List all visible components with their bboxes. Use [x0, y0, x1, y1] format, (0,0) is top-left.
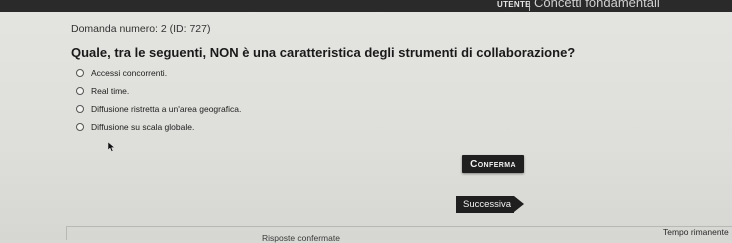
answer-label: Accessi concorrenti.: [91, 68, 168, 78]
answer-label: Diffusione su scala globale.: [91, 122, 195, 132]
time-remaining-label: Tempo rimanente: [663, 227, 729, 237]
confirmed-answers-label: Risposte confermate: [262, 233, 340, 243]
user-label: UTENTE: [497, 0, 531, 9]
next-button[interactable]: Successiva: [456, 196, 514, 213]
answer-label: Diffusione ristretta a un'area geografic…: [91, 104, 242, 114]
radio-button[interactable]: [76, 105, 84, 113]
answer-option-4[interactable]: Diffusione su scala globale.: [76, 120, 194, 134]
top-bar: UTENTE Concetti fondamentali: [0, 0, 732, 12]
next-arrow-icon[interactable]: [514, 196, 524, 212]
confirmed-answers-panel: [66, 226, 665, 240]
radio-button[interactable]: [76, 87, 84, 95]
header-divider: [529, 1, 530, 11]
answer-option-3[interactable]: Diffusione ristretta a un'area geografic…: [76, 102, 241, 116]
section-title: Concetti fondamentali: [534, 0, 660, 10]
question-number: Domanda numero: 2 (ID: 727): [71, 23, 211, 35]
mouse-cursor-icon: [108, 142, 116, 152]
confirm-button[interactable]: Conferma: [462, 155, 524, 173]
radio-button[interactable]: [76, 69, 84, 77]
radio-button[interactable]: [76, 123, 84, 131]
quiz-page: UTENTE Concetti fondamentali Domanda num…: [0, 0, 732, 243]
answer-option-1[interactable]: Accessi concorrenti.: [76, 66, 167, 80]
question-text: Quale, tra le seguenti, NON è una caratt…: [71, 45, 576, 60]
answer-label: Real time.: [91, 86, 130, 96]
answer-option-2[interactable]: Real time.: [76, 84, 129, 98]
